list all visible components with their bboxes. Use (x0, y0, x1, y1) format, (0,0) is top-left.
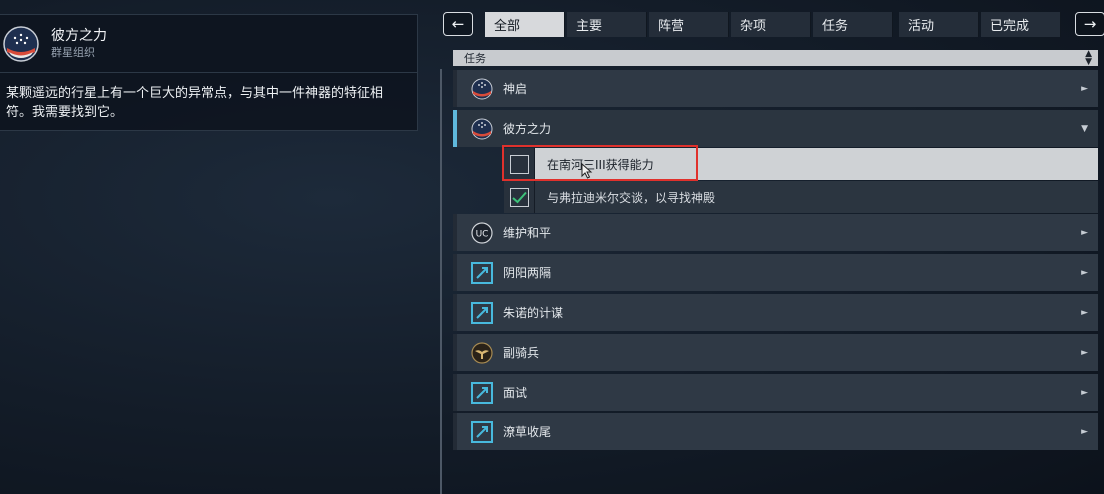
quest-label: 朱诺的计谋 (503, 306, 564, 320)
quest-row[interactable]: 潦草收尾 ► (453, 413, 1098, 450)
quest-faction: 群星组织 (51, 46, 95, 59)
tab-faction[interactable]: 阵营 (649, 12, 729, 37)
quest-row[interactable]: 神启 ► (453, 70, 1098, 107)
quest-info-panel: 彼方之力 群星组织 某颗遥远的行星上有一个巨大的异常点，与其中一件神器的特征相符… (0, 14, 418, 131)
eagle-emblem-icon (471, 341, 493, 364)
quest-row[interactable]: UC 维护和平 ► (453, 214, 1098, 251)
quest-filter-tabs: ← 全部 主要 阵营 杂项 任务 活动 已完成 → (443, 12, 1104, 38)
mission-square-icon (471, 420, 493, 443)
tab-missions[interactable]: 任务 (813, 12, 893, 37)
quest-label: 维护和平 (503, 226, 552, 240)
tab-all[interactable]: 全部 (485, 12, 565, 37)
scrollbar[interactable] (440, 69, 442, 494)
uc-emblem-icon: UC (471, 221, 493, 244)
quest-description: 某颗遥远的行星上有一个巨大的异常点，与其中一件神器的特征相符。我需要找到它。 (6, 86, 384, 120)
objective-row[interactable]: 与弗拉迪米尔交谈，以寻找神殿 (504, 181, 1098, 213)
quest-info-header: 彼方之力 群星组织 (0, 15, 417, 73)
tab-misc[interactable]: 杂项 (731, 12, 811, 37)
category-header[interactable]: 任务 ▲ ▼ (453, 50, 1098, 67)
sort-icon[interactable]: ▲ ▼ (1085, 50, 1092, 67)
quest-row[interactable]: 副骑兵 ► (453, 334, 1098, 371)
objective-checkbox-cell (504, 181, 535, 213)
chevron-right-icon: ► (1081, 307, 1088, 318)
chevron-right-icon: ► (1081, 426, 1088, 437)
chevron-right-icon: ► (1081, 83, 1088, 94)
quest-label: 面试 (503, 386, 528, 400)
tab-completed[interactable]: 已完成 (981, 12, 1061, 37)
tab-activities[interactable]: 活动 (899, 12, 979, 37)
objective-label: 在南河三III获得能力 (547, 157, 654, 172)
svg-text:UC: UC (476, 229, 489, 239)
quest-list: 任务 ▲ ▼ 神启 ► 彼方之力 ▼ 在南河三III获得能力 与弗拉迪米尔交谈，… (440, 47, 1104, 494)
prev-tab-button[interactable]: ← (443, 12, 473, 36)
tab-main[interactable]: 主要 (567, 12, 647, 37)
constellation-logo-icon (3, 25, 39, 62)
quest-label: 神启 (503, 82, 528, 96)
checkbox-checked-icon (509, 187, 529, 207)
objective-checkbox-cell (504, 148, 535, 180)
chevron-right-icon: ► (1081, 387, 1088, 398)
chevron-right-icon: ► (1081, 267, 1088, 278)
quest-label: 阴阳两隔 (503, 266, 552, 280)
quest-row[interactable]: 阴阳两隔 ► (453, 254, 1098, 291)
quest-row-selected[interactable]: 彼方之力 ▼ (453, 110, 1098, 147)
mission-square-icon (471, 261, 493, 284)
chevron-down-icon: ▼ (1081, 123, 1088, 134)
mission-square-icon (471, 301, 493, 324)
constellation-logo-icon (471, 78, 493, 99)
quest-row[interactable]: 朱诺的计谋 ► (453, 294, 1098, 331)
quest-label: 副骑兵 (503, 346, 540, 360)
quest-label: 潦草收尾 (503, 425, 552, 439)
chevron-right-icon: ► (1081, 227, 1088, 238)
mouse-cursor-icon (581, 163, 593, 179)
objective-label: 与弗拉迪米尔交谈，以寻找神殿 (547, 190, 716, 205)
quest-label: 彼方之力 (503, 122, 552, 136)
constellation-logo-icon (471, 118, 493, 139)
next-tab-button[interactable]: → (1075, 12, 1104, 36)
chevron-right-icon: ► (1081, 347, 1088, 358)
mission-square-icon (471, 381, 493, 404)
category-label: 任务 (464, 52, 486, 65)
quest-row[interactable]: 面试 ► (453, 374, 1098, 411)
quest-title: 彼方之力 (51, 28, 107, 44)
checkbox-unchecked-icon (509, 154, 529, 174)
